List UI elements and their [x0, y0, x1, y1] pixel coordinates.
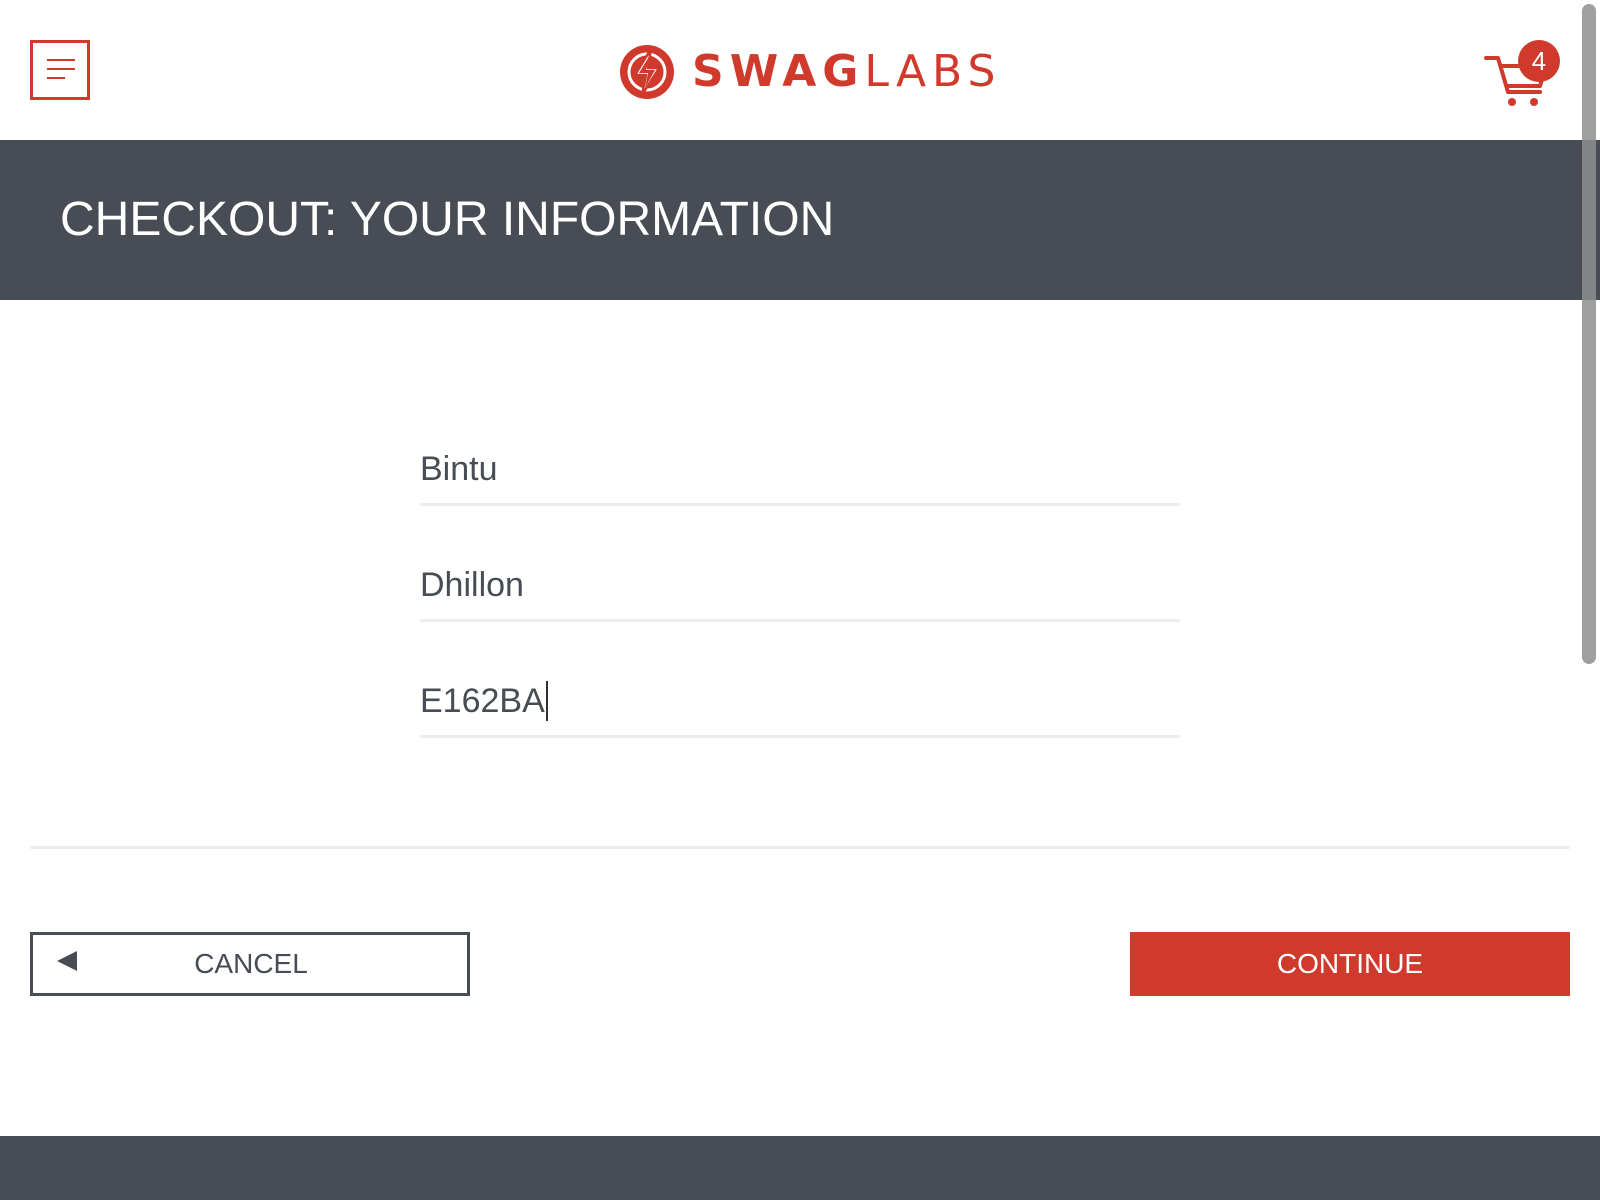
- lightning-bolt-icon: [620, 45, 674, 99]
- secondary-header: CHECKOUT: YOUR INFORMATION: [0, 140, 1600, 300]
- hamburger-menu-icon: [47, 59, 75, 61]
- postal-code-value-wrap: E162BA: [420, 681, 548, 721]
- cancel-label: CANCEL: [194, 948, 308, 979]
- hamburger-menu-icon-line: [47, 68, 75, 70]
- text-cursor: [545, 681, 548, 721]
- footer: [0, 1136, 1600, 1200]
- last-name-value: Dhillon: [420, 566, 524, 604]
- postal-code-value: E162BA: [420, 681, 545, 720]
- logo-text-bold: SWAG: [692, 46, 865, 97]
- postal-code-field[interactable]: E162BA: [420, 666, 1180, 738]
- form-divider: [30, 846, 1570, 849]
- menu-button[interactable]: [30, 40, 90, 100]
- cart-badge: 4: [1518, 40, 1560, 82]
- logo-text-light: LABS: [864, 46, 1002, 97]
- app-header: SWAGLABS 4: [0, 0, 1600, 140]
- cancel-button[interactable]: CANCEL: [30, 932, 470, 996]
- swag-labs-logo: SWAGLABS: [618, 42, 1001, 102]
- scrollbar[interactable]: [1582, 4, 1596, 664]
- first-name-field[interactable]: Bintu: [420, 434, 1180, 506]
- checkout-page: SWAGLABS 4 CHECKOUT: YOUR INFORMATION Bi…: [0, 0, 1600, 1200]
- hamburger-menu-icon-line: [47, 77, 65, 79]
- logo-text: SWAGLABS: [692, 42, 1001, 102]
- first-name-value: Bintu: [420, 450, 498, 488]
- page-title: CHECKOUT: YOUR INFORMATION: [60, 193, 835, 246]
- last-name-field[interactable]: Dhillon: [420, 550, 1180, 622]
- continue-button[interactable]: CONTINUE: [1130, 932, 1570, 996]
